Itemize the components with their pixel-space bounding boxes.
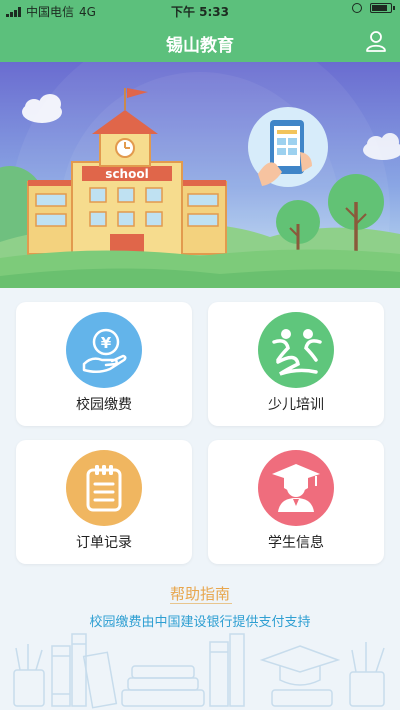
menu-card-campus-payment[interactable]: ¥ 校园缴费 bbox=[16, 302, 192, 426]
menu-card-student-info[interactable]: 学生信息 bbox=[208, 440, 384, 564]
menu-label-order-records: 订单记录 bbox=[76, 535, 132, 551]
school-banner: school bbox=[0, 62, 400, 288]
clipboard-icon bbox=[66, 450, 142, 526]
page-title: 锡山教育 bbox=[166, 36, 234, 56]
user-icon bbox=[366, 31, 386, 52]
footer-illustration bbox=[0, 632, 400, 710]
banner-illustration: school bbox=[0, 62, 400, 288]
phone-hand-illustration bbox=[248, 107, 328, 187]
school-sign: school bbox=[105, 167, 148, 181]
menu-card-order-records[interactable]: 订单记录 bbox=[16, 440, 192, 564]
menu-label-kids-training: 少儿培训 bbox=[268, 397, 324, 413]
menu-label-student-info: 学生信息 bbox=[268, 535, 324, 551]
rotation-lock-icon bbox=[352, 3, 362, 13]
yen-hand-icon: ¥ bbox=[66, 312, 142, 388]
kids-training-icon bbox=[258, 312, 334, 388]
svg-text:¥: ¥ bbox=[101, 334, 112, 352]
help-guide-link[interactable]: 帮助指南 bbox=[0, 583, 400, 604]
payment-support-text: 校园缴费由中国建设银行提供支付支持 bbox=[89, 615, 311, 630]
user-profile-button[interactable] bbox=[364, 29, 388, 53]
battery-icon bbox=[370, 3, 395, 13]
status-right bbox=[352, 3, 395, 13]
menu-card-kids-training[interactable]: 少儿培训 bbox=[208, 302, 384, 426]
nav-bar: 锡山教育 bbox=[0, 20, 400, 62]
graduate-icon bbox=[258, 450, 334, 526]
menu-label-campus-payment: 校园缴费 bbox=[76, 397, 132, 413]
help-underline bbox=[170, 603, 232, 604]
status-time: 下午 5:33 bbox=[170, 5, 230, 19]
status-bar: 中国电信 4G 下午 5:33 bbox=[0, 0, 400, 20]
